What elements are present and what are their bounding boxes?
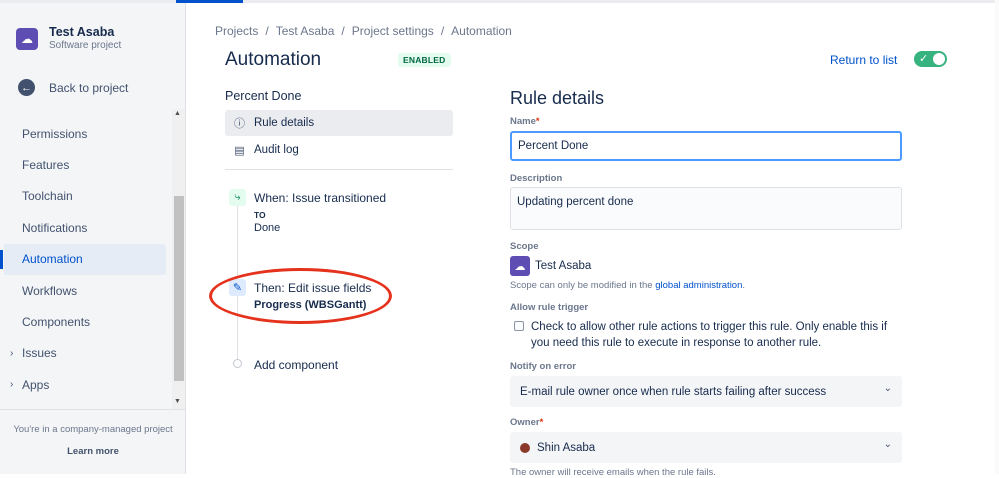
- owner-label: Owner*: [510, 417, 544, 428]
- trigger-to-label: TO: [254, 210, 266, 220]
- scope-value: Test Asaba: [535, 260, 592, 272]
- scope-value-row: ☁ Test Asaba: [510, 256, 591, 276]
- rule-details-title: Rule details: [510, 88, 605, 108]
- owner-select[interactable]: Shin Asaba ⌄: [510, 432, 902, 463]
- owner-help-text: The owner will receive emails when the r…: [510, 467, 716, 478]
- owner-avatar: [520, 442, 530, 453]
- breadcrumb-automation[interactable]: Automation: [451, 24, 512, 38]
- owner-value: Shin Asaba: [537, 441, 596, 454]
- description-textarea[interactable]: Updating percent done: [510, 187, 902, 230]
- breadcrumb-project[interactable]: Test Asaba: [276, 24, 335, 38]
- learn-more-link[interactable]: Learn more: [0, 446, 186, 457]
- sidebar-item-label: Permissions: [22, 126, 88, 141]
- rule-name: Percent Done: [225, 89, 302, 103]
- sidebar-scrollbar-thumb[interactable]: [174, 196, 184, 381]
- scroll-down-arrow-icon[interactable]: ▼: [174, 398, 181, 405]
- project-subtitle: Software project: [49, 40, 122, 51]
- sidebar-item-automation[interactable]: Automation: [0, 243, 166, 275]
- trigger-to-value: Done: [254, 222, 281, 234]
- sidebar-item-issues[interactable]: › Issues: [0, 338, 172, 369]
- rule-details-label: Rule details: [254, 117, 315, 129]
- scope-label: Scope: [510, 241, 539, 252]
- trigger-icon: ⤷: [229, 189, 246, 206]
- rule-menu-divider: [225, 169, 453, 170]
- project-avatar-icon: ☁: [16, 28, 38, 50]
- add-component-dot-icon: [233, 359, 242, 368]
- notify-on-error-label: Notify on error: [510, 361, 576, 372]
- chevron-right-icon: ›: [10, 347, 14, 359]
- sidebar-item-components[interactable]: Components: [0, 306, 172, 337]
- sidebar-item-label: Notifications: [22, 220, 88, 235]
- add-component-link[interactable]: Add component: [254, 358, 338, 372]
- return-to-list-link[interactable]: Return to list: [830, 53, 897, 67]
- description-label: Description: [510, 173, 563, 184]
- allow-rule-trigger-text: Check to allow other rule actions to tri…: [531, 321, 888, 349]
- back-to-project-label: Back to project: [49, 80, 129, 95]
- company-managed-text: You're in a company-managed project: [13, 424, 173, 435]
- check-icon: ✓: [919, 53, 929, 65]
- global-administration-link[interactable]: global administration: [655, 280, 742, 291]
- rule-name-input[interactable]: Percent Done: [510, 131, 902, 161]
- notify-on-error-value: E-mail rule owner once when rule starts …: [520, 385, 827, 398]
- rule-details-menu-item[interactable]: ⓘ Rule details: [225, 110, 453, 136]
- sidebar-item-apps[interactable]: › Apps: [0, 369, 172, 400]
- sidebar-item-label: Components: [22, 315, 91, 330]
- back-to-project-link[interactable]: ← Back to project: [18, 79, 128, 96]
- allow-rule-trigger-checkbox[interactable]: [514, 321, 524, 331]
- name-label: Name*: [510, 116, 540, 127]
- breadcrumb-project-settings[interactable]: Project settings: [352, 24, 434, 38]
- audit-log-menu-item[interactable]: ▤ Audit log: [225, 137, 453, 163]
- status-badge: ENABLED: [398, 53, 451, 67]
- allow-rule-trigger-label: Allow rule trigger: [510, 302, 589, 313]
- scope-help-text: Scope can only be modified in the global…: [510, 280, 746, 291]
- trigger-step-title[interactable]: When: Issue transitioned: [254, 191, 386, 205]
- sidebar-item-notifications[interactable]: Notifications: [0, 212, 172, 243]
- sidebar-nav: Permissions Features Toolchain Notificat…: [0, 118, 172, 401]
- project-avatar-icon: ☁: [510, 256, 530, 276]
- chevron-down-icon: ⌄: [883, 383, 892, 394]
- chevron-down-icon: ⌄: [883, 439, 892, 450]
- toggle-knob: [933, 53, 945, 65]
- project-header[interactable]: ☁ Test Asaba Software project: [16, 25, 121, 53]
- sidebar-item-toolchain[interactable]: Toolchain: [0, 181, 172, 212]
- sidebar-item-label: Apps: [22, 377, 50, 392]
- breadcrumb: Projects / Test Asaba / Project settings / Aut…: [215, 24, 512, 38]
- rule-enabled-toggle[interactable]: ✓: [914, 51, 947, 67]
- chevron-right-icon: ›: [10, 379, 14, 391]
- sidebar: ☁ Test Asaba Software project ← Back to …: [0, 3, 186, 474]
- red-highlight-ellipse: [209, 268, 392, 324]
- sidebar-item-workflows[interactable]: Workflows: [0, 275, 172, 306]
- info-icon: ⓘ: [234, 118, 245, 130]
- sidebar-item-features[interactable]: Features: [0, 149, 172, 180]
- project-title: Test Asaba: [49, 25, 115, 39]
- page-scrollbar[interactable]: [995, 0, 999, 474]
- sidebar-item-label: Issues: [22, 346, 57, 361]
- top-bar-accent: [176, 0, 243, 3]
- scroll-up-arrow-icon[interactable]: ▲: [174, 110, 181, 117]
- sidebar-item-label: Automation: [22, 252, 83, 267]
- sidebar-item-label: Workflows: [22, 283, 78, 298]
- breadcrumb-projects[interactable]: Projects: [215, 24, 258, 38]
- rule-menu: ⓘ Rule details ▤ Audit log: [225, 110, 453, 164]
- document-icon: ▤: [234, 144, 245, 157]
- arrow-left-icon: ←: [18, 79, 35, 96]
- audit-log-label: Audit log: [254, 144, 299, 156]
- sidebar-footer: You're in a company-managed project Lear…: [0, 409, 186, 457]
- page-title: Automation: [225, 49, 322, 70]
- sidebar-item-permissions[interactable]: Permissions: [0, 118, 172, 149]
- sidebar-item-label: Toolchain: [22, 189, 73, 204]
- notify-on-error-select[interactable]: E-mail rule owner once when rule starts …: [510, 376, 902, 407]
- sidebar-item-label: Features: [22, 158, 70, 173]
